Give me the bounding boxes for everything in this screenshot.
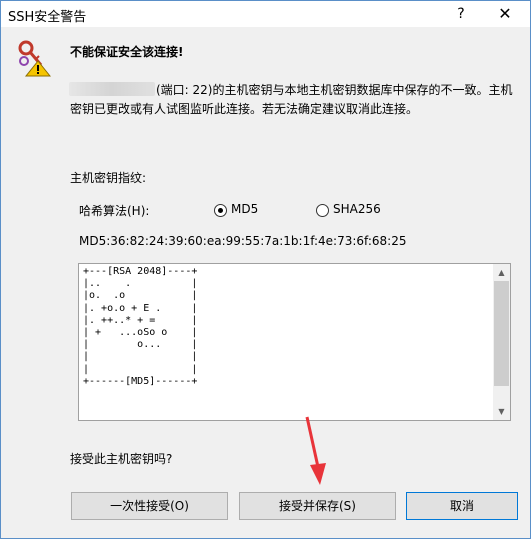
redacted-host (69, 82, 155, 96)
keys-warning-icon (18, 40, 51, 77)
accept-question: 接受此主机密钥吗? (70, 452, 173, 466)
cancel-button[interactable]: 取消 (406, 492, 518, 520)
warning-heading: 不能保证安全该连接! (70, 45, 184, 59)
help-button[interactable]: ? (446, 1, 476, 27)
title-bar[interactable]: SSH安全警告 ? ✕ (1, 1, 530, 27)
accept-once-button[interactable]: 一次性接受(O) (71, 492, 228, 520)
accept-and-save-button[interactable]: 接受并保存(S) (239, 492, 396, 520)
sha256-radio-label[interactable]: SHA256 (333, 202, 381, 216)
annotation-arrow-icon (305, 416, 326, 485)
scroll-up-arrow-icon[interactable]: ▲ (493, 264, 510, 281)
scroll-down-arrow-icon[interactable]: ▼ (493, 403, 510, 420)
window-title: SSH安全警告 (8, 10, 87, 25)
randomart-scrollbar[interactable]: ▲ ▼ (493, 264, 510, 420)
hash-algorithm-label: 哈希算法(H): (79, 204, 150, 218)
randomart-box[interactable]: +---[RSA 2048]----+ |.. . | |o. .o | |. … (78, 263, 511, 421)
fingerprint-value: MD5:36:82:24:39:60:ea:99:55:7a:1b:1f:4e:… (79, 234, 407, 248)
randomart-text: +---[RSA 2048]----+ |.. . | |o. .o | |. … (83, 266, 198, 387)
close-button[interactable]: ✕ (482, 1, 528, 27)
md5-radio[interactable] (214, 204, 227, 217)
sha256-radio[interactable] (316, 204, 329, 217)
ssh-warning-dialog: SSH安全警告 ? ✕ 不能保证安全该连接! (端口: 22)的主机密钥与本地主… (0, 0, 531, 539)
scroll-thumb[interactable] (494, 281, 509, 386)
fingerprint-label: 主机密钥指纹: (70, 171, 147, 185)
md5-radio-label[interactable]: MD5 (231, 202, 258, 216)
